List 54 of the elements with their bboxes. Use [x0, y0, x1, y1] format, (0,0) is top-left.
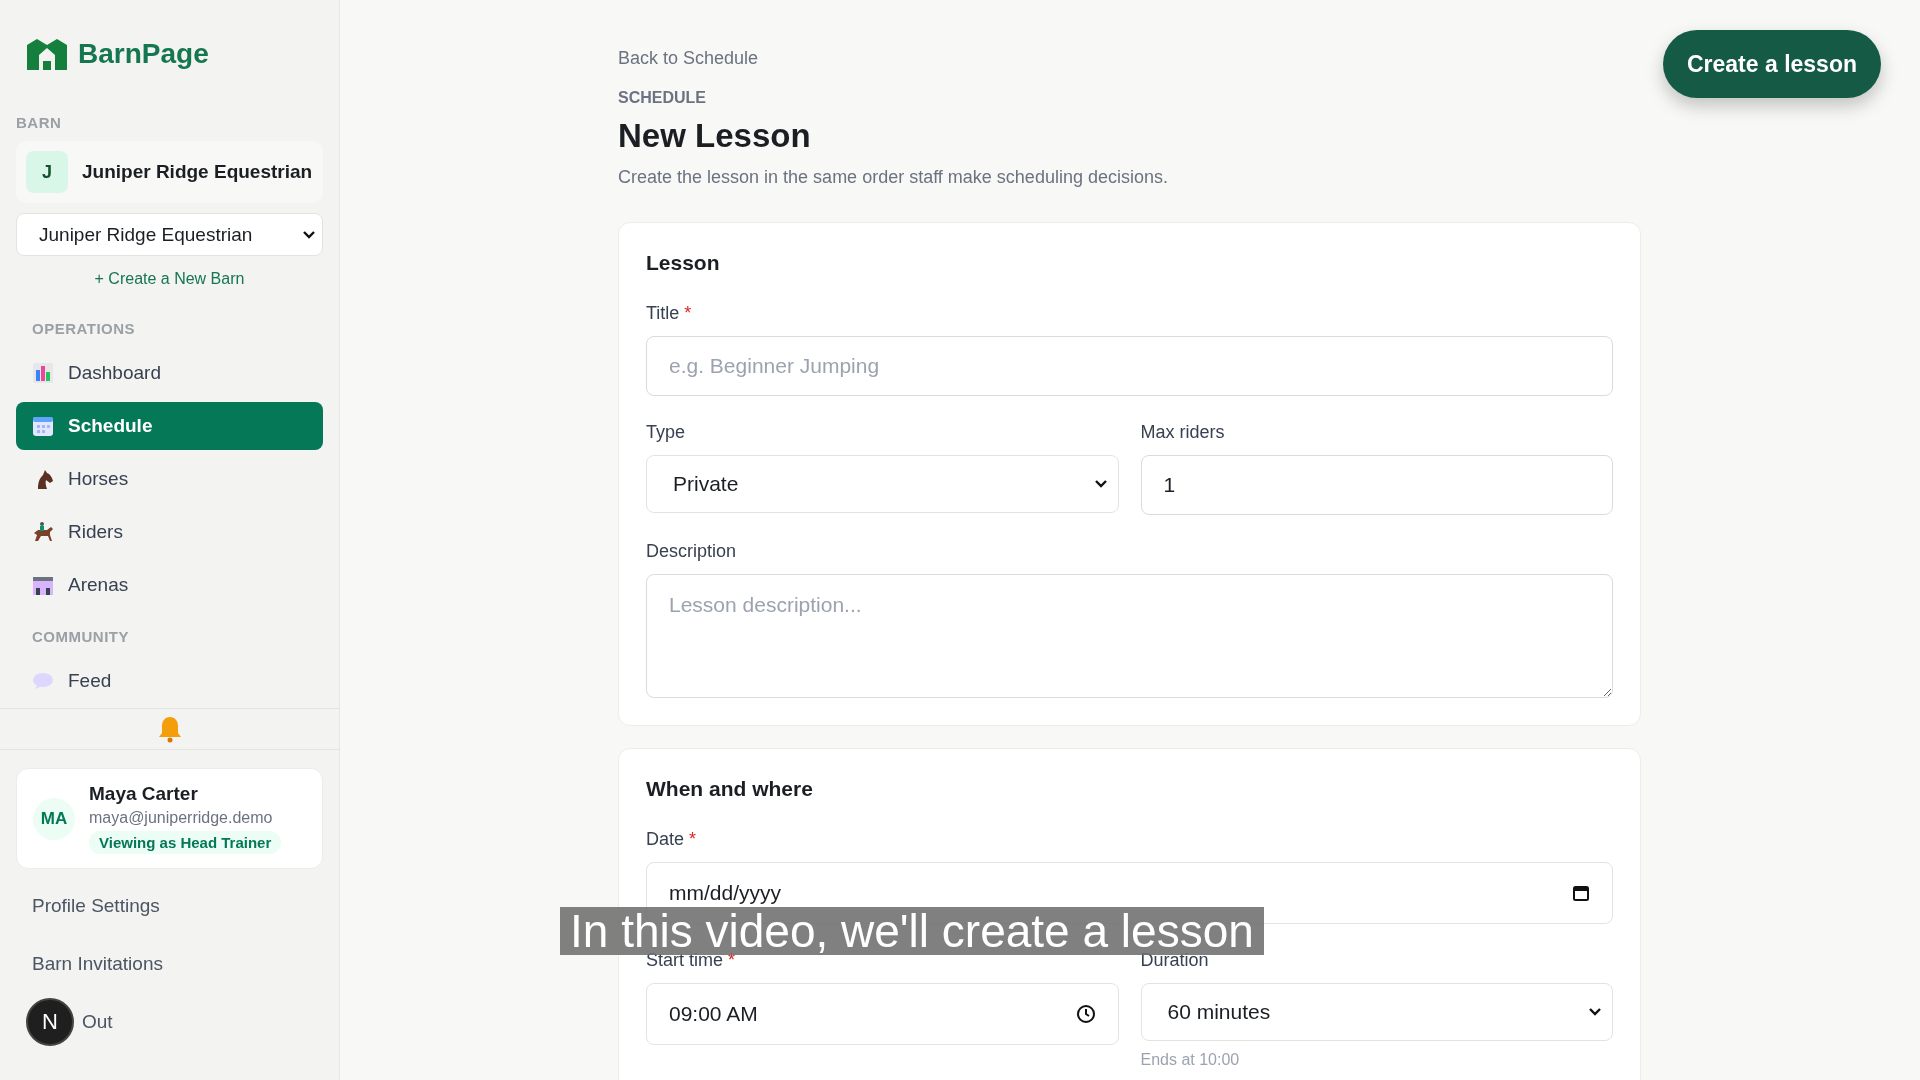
- user-email: maya@juniperridge.demo: [89, 809, 273, 827]
- dev-badge[interactable]: N: [26, 998, 74, 1046]
- field-label: Date *: [646, 829, 698, 850]
- barn-logo-icon: [26, 37, 68, 71]
- nav-item[interactable]: Schedule: [16, 402, 323, 450]
- nav-item[interactable]: Feed: [16, 657, 323, 705]
- calendar-icon: [32, 415, 54, 437]
- hint-text: Ends at 10:00: [1140, 1051, 1241, 1069]
- section-heading: BARN: [16, 114, 63, 131]
- role-badge: Viewing as Head Trainer: [89, 831, 282, 854]
- horse-rider-icon: [32, 521, 54, 543]
- back-link[interactable]: Back to Schedule: [618, 48, 1641, 69]
- sidebar-link[interactable]: Profile Settings: [32, 895, 160, 917]
- page-title: New Lesson: [618, 117, 812, 155]
- nav-item[interactable]: Arenas: [16, 561, 323, 609]
- nav-item[interactable]: Horses: [16, 455, 323, 503]
- field-label: Description: [646, 541, 738, 562]
- time-field[interactable]: 09:00 AM: [646, 983, 1119, 1045]
- field-label: Max riders: [1140, 422, 1226, 443]
- nav-item[interactable]: Riders: [16, 508, 323, 556]
- number-input[interactable]: 1: [1140, 455, 1613, 515]
- clock-icon: [1075, 1004, 1096, 1024]
- select-field[interactable]: Private: [646, 455, 1119, 513]
- field-label: Title *: [646, 303, 693, 324]
- create-lesson-button[interactable]: Create a lesson: [1662, 30, 1881, 98]
- brand-name: BarnPage: [78, 38, 209, 70]
- sidebar-link[interactable]: Out: [82, 1011, 113, 1033]
- chevron-down-icon: [1588, 1007, 1602, 1017]
- page-subtitle: Create the lesson in the same order staff make scheduling decisions.: [618, 167, 1169, 188]
- eyebrow-text: SCHEDULE: [618, 89, 707, 107]
- subtitle-toast: In this video, we'll create a lesson: [560, 907, 1264, 955]
- description-textarea[interactable]: Lesson description...: [646, 574, 1613, 698]
- create-barn-link[interactable]: + Create a New Barn: [16, 270, 323, 288]
- card-title: When and where: [646, 777, 814, 801]
- chevron-down-icon: [1093, 479, 1108, 489]
- nav-item[interactable]: Dashboard: [16, 349, 323, 397]
- section-heading: COMMUNITY: [31, 628, 130, 645]
- calendar-icon: [1572, 884, 1590, 902]
- title-input[interactable]: e.g. Beginner Jumping: [646, 336, 1613, 396]
- barn-select[interactable]: Juniper Ridge Equestrian: [16, 213, 323, 256]
- sidebar-link[interactable]: Barn Invitations: [32, 953, 163, 975]
- barn-name: Juniper Ridge Equestrian: [82, 161, 313, 183]
- card-title: Lesson: [646, 251, 721, 275]
- user-name: Maya Carter: [89, 783, 198, 805]
- speech-bubble-icon: [32, 672, 54, 690]
- user-avatar: MA: [33, 797, 75, 840]
- bell-icon[interactable]: [156, 715, 183, 743]
- section-heading: OPERATIONS: [31, 320, 137, 337]
- field-label: Type: [646, 422, 687, 443]
- barn-initial: J: [26, 151, 68, 193]
- building-icon: [32, 574, 54, 596]
- chevron-down-icon: [302, 229, 316, 240]
- select-field[interactable]: 60 minutes: [1140, 983, 1613, 1041]
- bar-chart-icon: [32, 362, 54, 384]
